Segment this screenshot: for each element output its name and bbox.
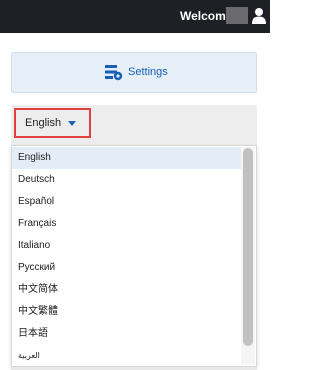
caret-down-icon [68, 121, 76, 126]
language-option-espanol[interactable]: Español [12, 191, 242, 213]
language-option-chinese-simplified[interactable]: 中文简体 [12, 279, 242, 301]
language-list: English Deutsch Español Français Italian… [11, 145, 257, 367]
settings-icon [105, 65, 123, 81]
language-select-value: English [25, 117, 62, 129]
welcome-label: Welcome [180, 9, 233, 23]
scrollbar-thumb[interactable] [243, 148, 253, 346]
language-option-japanese[interactable]: 日本語 [12, 323, 242, 345]
settings-button[interactable]: Settings [11, 52, 257, 93]
user-icon[interactable] [252, 7, 266, 24]
username-redacted [226, 7, 248, 24]
language-option-arabic[interactable]: العربية [12, 345, 242, 367]
language-select[interactable]: English [14, 108, 91, 138]
settings-label: Settings [128, 66, 168, 78]
language-option-francais[interactable]: Français [12, 213, 242, 235]
language-option-italiano[interactable]: Italiano [12, 235, 242, 257]
language-option-deutsch[interactable]: Deutsch [12, 169, 242, 191]
language-option-english[interactable]: English [12, 147, 242, 169]
language-option-russian[interactable]: Русский [12, 257, 242, 279]
top-bar: Welcome [0, 0, 270, 33]
language-option-chinese-traditional[interactable]: 中文繁體 [12, 301, 242, 323]
